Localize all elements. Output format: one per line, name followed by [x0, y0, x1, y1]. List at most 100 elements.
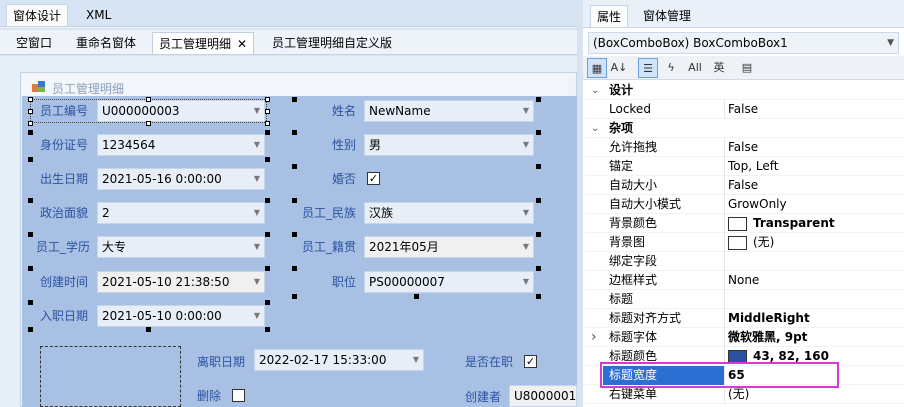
selection-handle[interactable]: [292, 97, 297, 102]
selection-handle[interactable]: [28, 198, 33, 203]
selection-handle[interactable]: [292, 198, 297, 203]
resize-handle[interactable]: [146, 121, 151, 126]
resize-handle[interactable]: [146, 97, 151, 102]
gender-field[interactable]: 男 ▼: [364, 134, 534, 156]
selection-handle[interactable]: [536, 164, 541, 169]
selection-handle[interactable]: [265, 130, 270, 135]
chevron-down-icon[interactable]: ▼: [523, 237, 529, 257]
chevron-down-icon[interactable]: ▼: [254, 237, 260, 257]
property-category[interactable]: ⌄ 设计: [583, 81, 904, 100]
chevron-down-icon[interactable]: ▼: [523, 101, 529, 121]
leave-date-field[interactable]: 2022-02-17 15:33:00 ▼: [254, 349, 424, 371]
hire-date-field[interactable]: 2021-05-10 0:00:00 ▼: [97, 305, 265, 327]
resize-handle[interactable]: [28, 109, 33, 114]
tab-properties[interactable]: 属性: [590, 5, 629, 27]
selection-handle[interactable]: [265, 327, 270, 332]
property-value[interactable]: 微软雅黑, 9pt: [728, 328, 807, 347]
property-row[interactable]: 自动大小模式 GrowOnly: [583, 195, 904, 214]
position-field[interactable]: PS00000007 ▼: [364, 271, 534, 293]
tab-form-design[interactable]: 窗体设计: [6, 4, 69, 26]
doc-tab-employee-detail[interactable]: 员工管理明细 ✕: [152, 32, 255, 54]
doc-tab-employee-detail-custom[interactable]: 员工管理明细自定义版: [266, 32, 398, 54]
english-button[interactable]: 英: [709, 58, 729, 78]
selection-handle[interactable]: [292, 266, 297, 271]
selection-handle[interactable]: [28, 232, 33, 237]
selection-handle[interactable]: [265, 266, 270, 271]
events-icon[interactable]: ϟ: [661, 58, 681, 78]
close-icon[interactable]: ✕: [237, 37, 247, 51]
resize-handle[interactable]: [265, 97, 270, 102]
selection-handle[interactable]: [536, 130, 541, 135]
chevron-down-icon[interactable]: ▼: [523, 203, 529, 223]
selection-handle[interactable]: [536, 294, 541, 299]
property-pages-icon[interactable]: ▤: [737, 58, 757, 78]
native-place-field[interactable]: 2021年05月 ▼: [364, 236, 534, 258]
chevron-down-icon[interactable]: ▼: [254, 169, 260, 189]
property-row[interactable]: 边框样式 None: [583, 271, 904, 290]
property-value[interactable]: GrowOnly: [728, 195, 787, 214]
property-row[interactable]: 绑定字段: [583, 252, 904, 271]
all-button[interactable]: All: [683, 58, 707, 78]
selection-handle[interactable]: [146, 327, 151, 332]
selection-handle[interactable]: [536, 198, 541, 203]
property-value[interactable]: (无): [728, 233, 774, 252]
tab-form-management[interactable]: 窗体管理: [637, 5, 697, 27]
resize-handle[interactable]: [28, 121, 33, 126]
resize-handle[interactable]: [265, 121, 270, 126]
selection-handle[interactable]: [28, 266, 33, 271]
property-row[interactable]: Locked False: [583, 100, 904, 119]
property-value[interactable]: None: [728, 271, 759, 290]
alphabetical-icon[interactable]: A↓: [609, 58, 629, 78]
selection-handle[interactable]: [28, 300, 33, 305]
created-time-field[interactable]: 2021-05-10 21:38:50 ▼: [97, 271, 265, 293]
categorized-icon[interactable]: ▦: [587, 58, 607, 78]
chevron-down-icon[interactable]: ▼: [413, 350, 419, 370]
property-row[interactable]: 背景颜色 Transparent: [583, 214, 904, 233]
married-checkbox[interactable]: ✓: [367, 172, 380, 185]
property-row[interactable]: 允许拖拽 False: [583, 138, 904, 157]
chevron-down-icon[interactable]: ▼: [523, 135, 529, 155]
chevron-down-icon[interactable]: ▼: [254, 272, 260, 292]
chevron-down-icon[interactable]: ▼: [887, 33, 894, 53]
expand-icon[interactable]: ›: [591, 328, 597, 347]
selection-handle[interactable]: [265, 157, 270, 162]
doc-tab-rename-form[interactable]: 重命名窗体: [70, 32, 142, 54]
property-row[interactable]: 自动大小 False: [583, 176, 904, 195]
delete-checkbox[interactable]: [232, 389, 245, 402]
property-row[interactable]: 背景图 (无): [583, 233, 904, 252]
doc-tab-empty-window[interactable]: 空窗口: [10, 32, 58, 54]
property-value[interactable]: MiddleRight: [728, 309, 810, 328]
ethnicity-field[interactable]: 汉族 ▼: [364, 202, 534, 224]
selection-handle[interactable]: [292, 164, 297, 169]
selection-handle[interactable]: [265, 232, 270, 237]
property-value[interactable]: False: [728, 100, 758, 119]
property-value[interactable]: Transparent: [728, 214, 835, 233]
selection-handle[interactable]: [292, 232, 297, 237]
active-checkbox[interactable]: ✓: [524, 355, 537, 368]
property-value[interactable]: Top, Left: [728, 157, 778, 176]
selection-handle[interactable]: [28, 327, 33, 332]
chevron-down-icon[interactable]: ▼: [254, 203, 260, 223]
selection-handle[interactable]: [536, 266, 541, 271]
selection-handle[interactable]: [414, 294, 419, 299]
id-card-field[interactable]: 1234564 ▼: [97, 134, 265, 156]
name-field[interactable]: NewName ▼: [364, 100, 534, 122]
selection-handle[interactable]: [292, 294, 297, 299]
object-selector[interactable]: (BoxComboBox) BoxComboBox1 ▼: [588, 32, 899, 54]
selection-handle[interactable]: [536, 232, 541, 237]
chevron-down-icon[interactable]: ▼: [523, 272, 529, 292]
birth-date-field[interactable]: 2021-05-16 0:00:00 ▼: [97, 168, 265, 190]
property-category[interactable]: ⌄ 杂项: [583, 119, 904, 138]
tab-xml[interactable]: XML: [80, 4, 117, 26]
properties-icon[interactable]: ☰: [638, 58, 658, 78]
property-row[interactable]: 标题对齐方式 MiddleRight: [583, 309, 904, 328]
selection-handle[interactable]: [265, 198, 270, 203]
property-value[interactable]: False: [728, 138, 758, 157]
selection-handle[interactable]: [292, 130, 297, 135]
resize-handle[interactable]: [28, 97, 33, 102]
chevron-down-icon[interactable]: ▼: [254, 135, 260, 155]
political-status-field[interactable]: 2 ▼: [97, 202, 265, 224]
property-row[interactable]: 标题: [583, 290, 904, 309]
selection-handle[interactable]: [28, 130, 33, 135]
chevron-down-icon[interactable]: ▼: [254, 306, 260, 326]
